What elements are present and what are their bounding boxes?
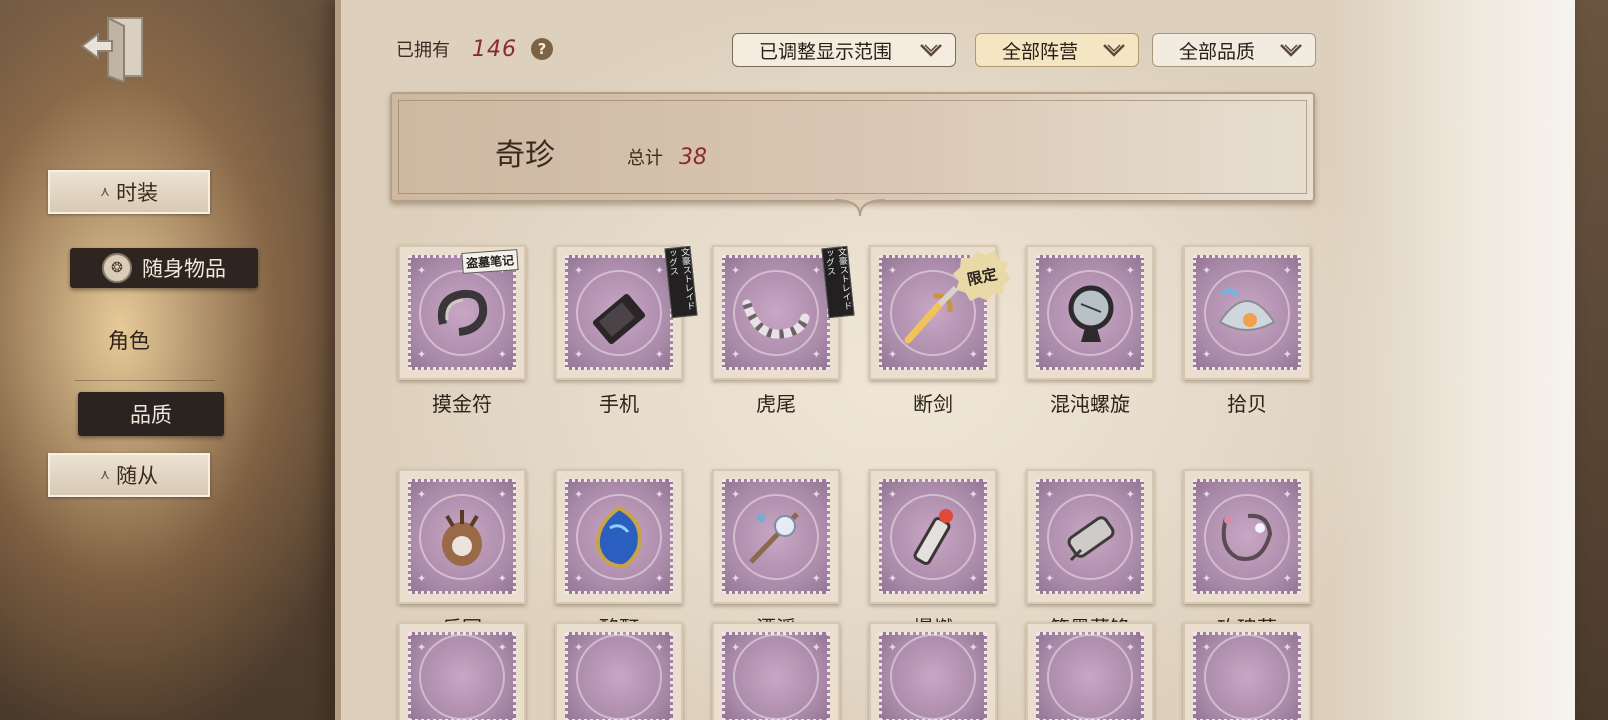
gem-heart-icon [595,505,642,568]
item-card[interactable]: ✦✦✦✦ 盗墓笔记 摸金符 [398,245,533,417]
sidebar-item-follower[interactable]: ⋏ 随从 [48,453,210,497]
item-card[interactable]: ✦✦✦✦ 限定 断剑 [869,245,1004,417]
item-card[interactable]: ✦ ✦ ✦ ✦ 文豪ストレイドッグス 手机 [555,245,698,417]
item-name: 虎尾 [756,392,796,416]
item-card[interactable]: ✦ ✦ ✦ ✦ 混沌螺旋 [1026,245,1161,417]
tiger-tail-icon [742,299,810,339]
scroll-brush-icon [1067,515,1115,561]
category-banner: 奇珍 总计 38 [390,92,1315,202]
total-label: 总计 [627,148,663,169]
item-card[interactable]: ✦✦✦✦ 笔墨藏锋 [1026,469,1161,641]
item-grid-partial-row: ✦ ✦ ✦ ✦ ✦ ✦ ✦ ✦ ✦ ✦ ✦ ✦ [398,622,1318,720]
sidebar-item-character[interactable]: 角色 [48,318,210,362]
owned-counter: 已拥有 146 ? [396,36,553,62]
category-title: 奇珍 [495,138,555,173]
item-card[interactable]: ✦✦✦✦ 乐园 [398,469,533,641]
item-name: 手机 [599,392,639,416]
floating-wand-icon [749,511,799,564]
item-name: 断剑 [913,392,953,416]
item-stamp: ✦✦✦✦ [869,469,997,604]
owned-label: 已拥有 [396,40,450,61]
phone-icon [592,293,646,344]
shield-icon: ❂ [102,253,132,283]
item-card[interactable]: ✦ ✦ [1183,622,1318,720]
sidebar-item-fashion[interactable]: ⋏ 时装 [48,170,210,214]
banner-notch [835,199,885,217]
dropdown-label: 全部阵营 [1002,40,1079,63]
item-card[interactable]: ✦ ✦ [1026,622,1161,720]
item-card[interactable]: ✦ ✦ [712,622,847,720]
spark-plug-icon [913,508,953,565]
item-stamp: ✦✦✦✦ [1183,245,1311,380]
item-stamp: ✦✦✦✦ [398,469,526,604]
item-stamp: ✦✦✦✦ [712,245,840,380]
quality-dropdown[interactable]: 全部品质 [1152,33,1316,67]
dropdown-label: 全部品质 [1179,40,1256,63]
talisman-icon [438,289,488,336]
paradise-icon [442,509,482,566]
help-icon[interactable]: ? [531,38,553,60]
item-name: 摸金符 [432,392,492,416]
mirror-icon [1068,285,1114,342]
chevron-down-icon [920,44,942,57]
sidebar-item-label: 随身物品 [142,257,226,281]
item-stamp: ✦✦✦✦ [555,469,683,604]
item-stamp: ✦✦✦✦ [712,469,840,604]
caret-icon: ⋏ [99,467,111,483]
item-stamp: ✦✦✦✦ [555,245,683,380]
collab-badge: 盗墓笔记 [461,249,519,274]
exit-door-icon[interactable] [78,12,148,82]
sidebar-item-accessories[interactable]: ❂ 随身物品 [70,248,258,288]
item-card[interactable]: ✦ ✦ [398,622,533,720]
item-card[interactable]: ✦ ✦ [869,622,1004,720]
sidebar-item-label: 角色 [108,329,150,353]
owned-count: 146 [472,36,517,62]
item-name: 拾贝 [1227,392,1267,416]
chevron-down-icon [1280,44,1302,57]
faction-dropdown[interactable]: 全部阵营 [975,33,1139,67]
item-name: 混沌螺旋 [1050,392,1130,416]
sidebar-item-quality[interactable]: 品质 [78,392,224,436]
item-stamp: ✦✦✦✦ [1026,245,1154,380]
item-card[interactable]: ✦✦✦✦ 酩酊 [555,469,690,641]
item-card[interactable]: ✦ ✦ [555,622,690,720]
sidebar-divider [75,380,215,381]
item-grid: ✦✦✦✦ 盗墓笔记 摸金符 ✦✦✦✦ 文豪ストレイドッグス 手机 [398,245,1318,641]
item-card[interactable]: ✦✦✦✦ 爆燃 [869,469,1004,641]
rose-vine-icon [1221,513,1273,561]
item-card[interactable]: ✦✦✦✦ 漂浮 [712,469,847,641]
chevron-down-icon [1103,44,1125,57]
total-value: 38 [679,144,707,170]
sidebar-item-label: 时装 [116,181,159,205]
caret-icon: ⋏ [99,184,111,200]
item-card[interactable]: ✦ ✦ ✦ ✦ 文豪ストレイドッグス 虎尾 [712,245,855,417]
dropdown-label: 已调整显示范围 [759,40,893,63]
item-stamp: ✦✦✦✦ [1026,469,1154,604]
shell-icon [1218,288,1276,331]
display-range-dropdown[interactable]: 已调整显示范围 [732,33,956,67]
sidebar-item-label: 品质 [130,403,172,427]
category-total: 总计 38 [627,144,707,170]
item-card[interactable]: ✦✦✦✦ 玫瑰藤 [1183,469,1318,641]
sidebar-item-label: 随从 [116,464,159,488]
item-stamp: ✦✦✦✦ [1183,469,1311,604]
item-card[interactable]: ✦ ✦ ✦ ✦ 拾贝 [1183,245,1318,417]
